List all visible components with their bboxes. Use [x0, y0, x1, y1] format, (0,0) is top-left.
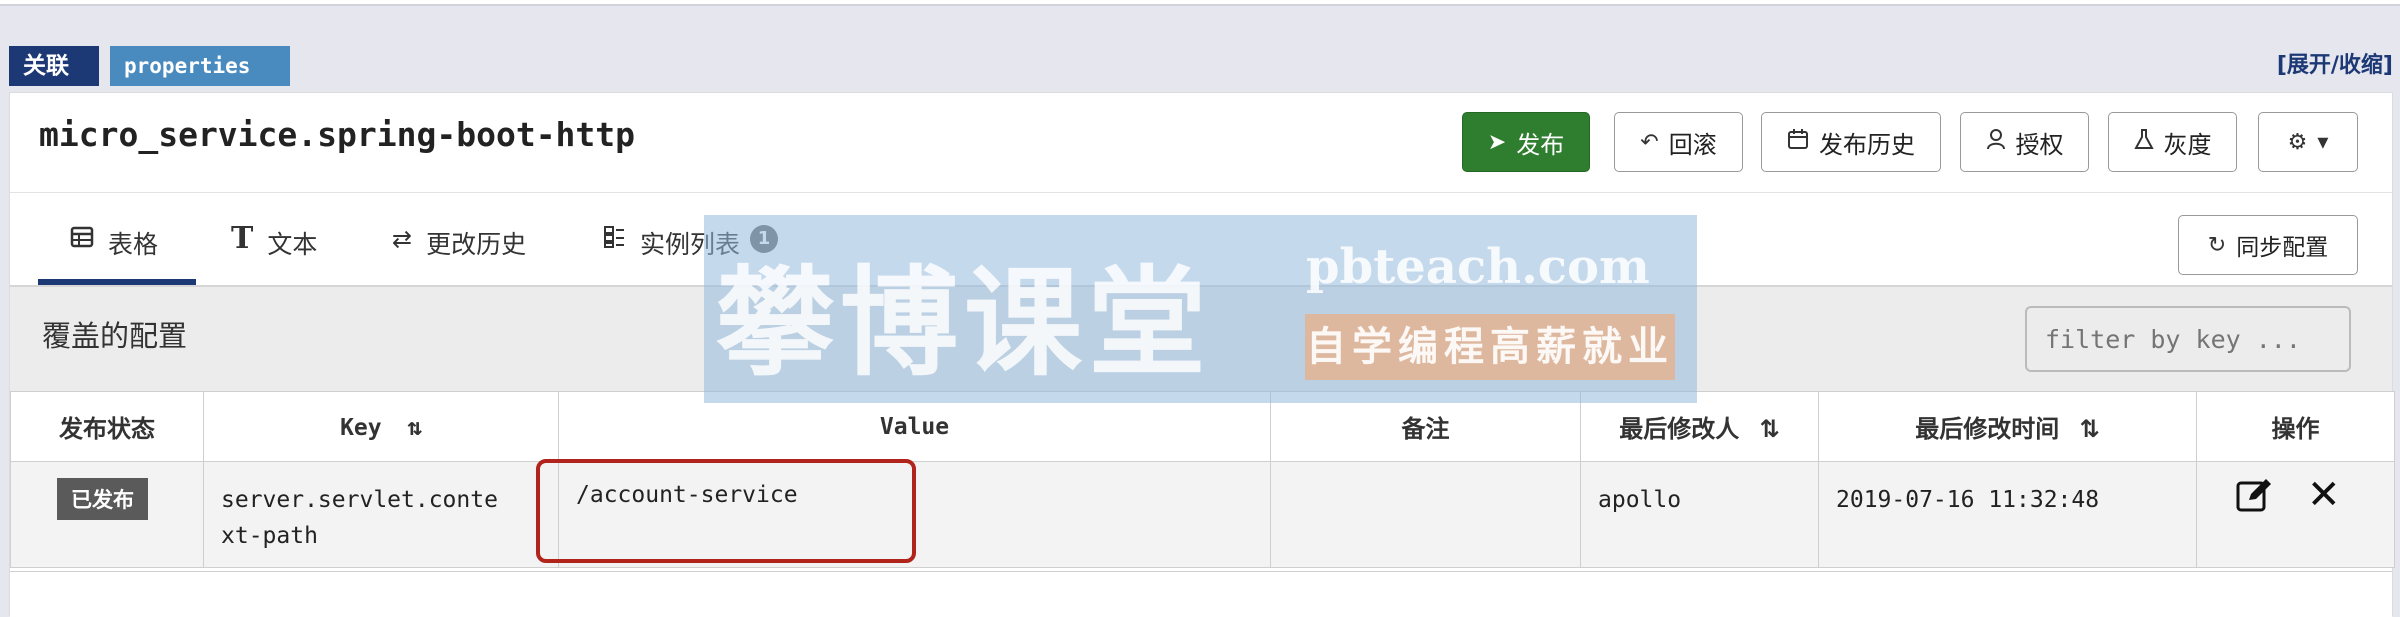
highlight-annotation-box [536, 459, 916, 563]
panel-header: micro_service.spring-boot-http ➤ 发布 ↶ 回滚… [10, 93, 2392, 193]
history-icon: ⇄ [392, 225, 413, 253]
modifier-cell: apollo [1580, 461, 1819, 568]
namespace-tag-bar: 关联 properties [展开/收缩] [9, 46, 2393, 86]
sort-icon: ⇅ [1759, 415, 1780, 443]
paper-plane-icon: ➤ [1487, 129, 1507, 155]
config-modifier: apollo [1598, 487, 1682, 513]
tab-table-label: 表格 [108, 230, 159, 259]
tab-change-history[interactable]: ⇄ 更改历史 [392, 225, 526, 285]
table-footer-space [10, 571, 2392, 617]
watermark-brand: 攀博课堂 [716, 254, 1213, 392]
table-row: 已发布 server.servlet.conte xt-path /accoun… [10, 459, 2395, 568]
release-history-button[interactable]: 发布历史 [1761, 112, 1941, 172]
header-key-label: Key [340, 414, 382, 441]
header-modified-time[interactable]: 最后修改时间 ⇅ [1818, 391, 2197, 462]
settings-dropdown-button[interactable]: ⚙ ▾ [2258, 112, 2358, 172]
config-modified-time: 2019-07-16 11:32:48 [1836, 487, 2100, 513]
watermark-domain: pbteach.com [1306, 239, 1650, 295]
gray-label: 灰度 [2163, 130, 2212, 159]
tab-text[interactable]: T 文本 [231, 221, 318, 285]
filter-by-key-input[interactable] [2025, 306, 2351, 372]
comment-cell [1270, 461, 1581, 568]
tab-text-label: 文本 [267, 230, 318, 259]
gear-icon: ⚙ [2287, 129, 2308, 155]
previous-panel-edge [0, 0, 2400, 6]
header-status: 发布状态 [10, 391, 204, 462]
tab-table[interactable]: 表格 [70, 225, 158, 285]
watermark-overlay: 攀博课堂 pbteach.com 自学编程高薪就业 [704, 215, 1697, 403]
release-button[interactable]: ➤ 发布 [1462, 112, 1590, 172]
expand-collapse-link[interactable]: [展开/收缩] [2277, 46, 2393, 86]
edit-icon[interactable] [2235, 476, 2273, 520]
instances-icon [602, 225, 626, 255]
watermark-slogan: 自学编程高薪就业 [1305, 314, 1675, 380]
sort-icon: ⇅ [407, 412, 422, 441]
config-key: server.servlet.conte xt-path [221, 487, 498, 549]
actions-cell: ✕ [2196, 461, 2395, 568]
caret-down-icon: ▾ [2317, 129, 2329, 155]
header-modifier-label: 最后修改人 [1619, 415, 1740, 443]
key-cell: server.servlet.conte xt-path [203, 461, 559, 568]
sync-config-button[interactable]: ↻ 同步配置 [2178, 215, 2358, 275]
table-icon [70, 225, 94, 255]
authorize-label: 授权 [2015, 130, 2064, 159]
status-badge: 已发布 [57, 478, 148, 520]
status-cell: 已发布 [10, 461, 204, 568]
header-key[interactable]: Key ⇅ [203, 391, 559, 462]
modified-time-cell: 2019-07-16 11:32:48 [1818, 461, 2197, 568]
gray-release-button[interactable]: 灰度 [2108, 112, 2237, 172]
calendar-icon [1787, 128, 1809, 156]
release-label: 发布 [1516, 130, 1565, 159]
tab-change-history-label: 更改历史 [426, 230, 527, 259]
user-icon [1986, 128, 2006, 156]
rollback-label: 回滚 [1668, 130, 1717, 159]
value-cell: /account-service [536, 459, 1271, 568]
namespace-title: micro_service.spring-boot-http [39, 115, 636, 154]
text-icon: T [231, 221, 254, 256]
delete-icon[interactable]: ✕ [2307, 475, 2341, 520]
release-history-label: 发布历史 [1819, 130, 1915, 159]
sync-config-label: 同步配置 [2236, 235, 2329, 261]
sort-icon: ⇅ [2079, 415, 2100, 443]
authorize-button[interactable]: 授权 [1960, 112, 2089, 172]
association-tag: 关联 [9, 46, 99, 86]
undo-icon: ↶ [1640, 129, 1659, 155]
refresh-icon: ↻ [2207, 232, 2227, 258]
config-table: 发布状态 Key ⇅ Value 备注 最后修改人 ⇅ 最后修改时间 ⇅ 操作 [10, 391, 2395, 568]
section-title: 覆盖的配置 [42, 319, 188, 353]
format-tag: properties [110, 46, 290, 86]
header-actions: 操作 [2196, 391, 2395, 462]
header-modified-time-label: 最后修改时间 [1915, 415, 2060, 443]
flask-icon [2133, 128, 2154, 156]
rollback-button[interactable]: ↶ 回滚 [1614, 112, 1743, 172]
